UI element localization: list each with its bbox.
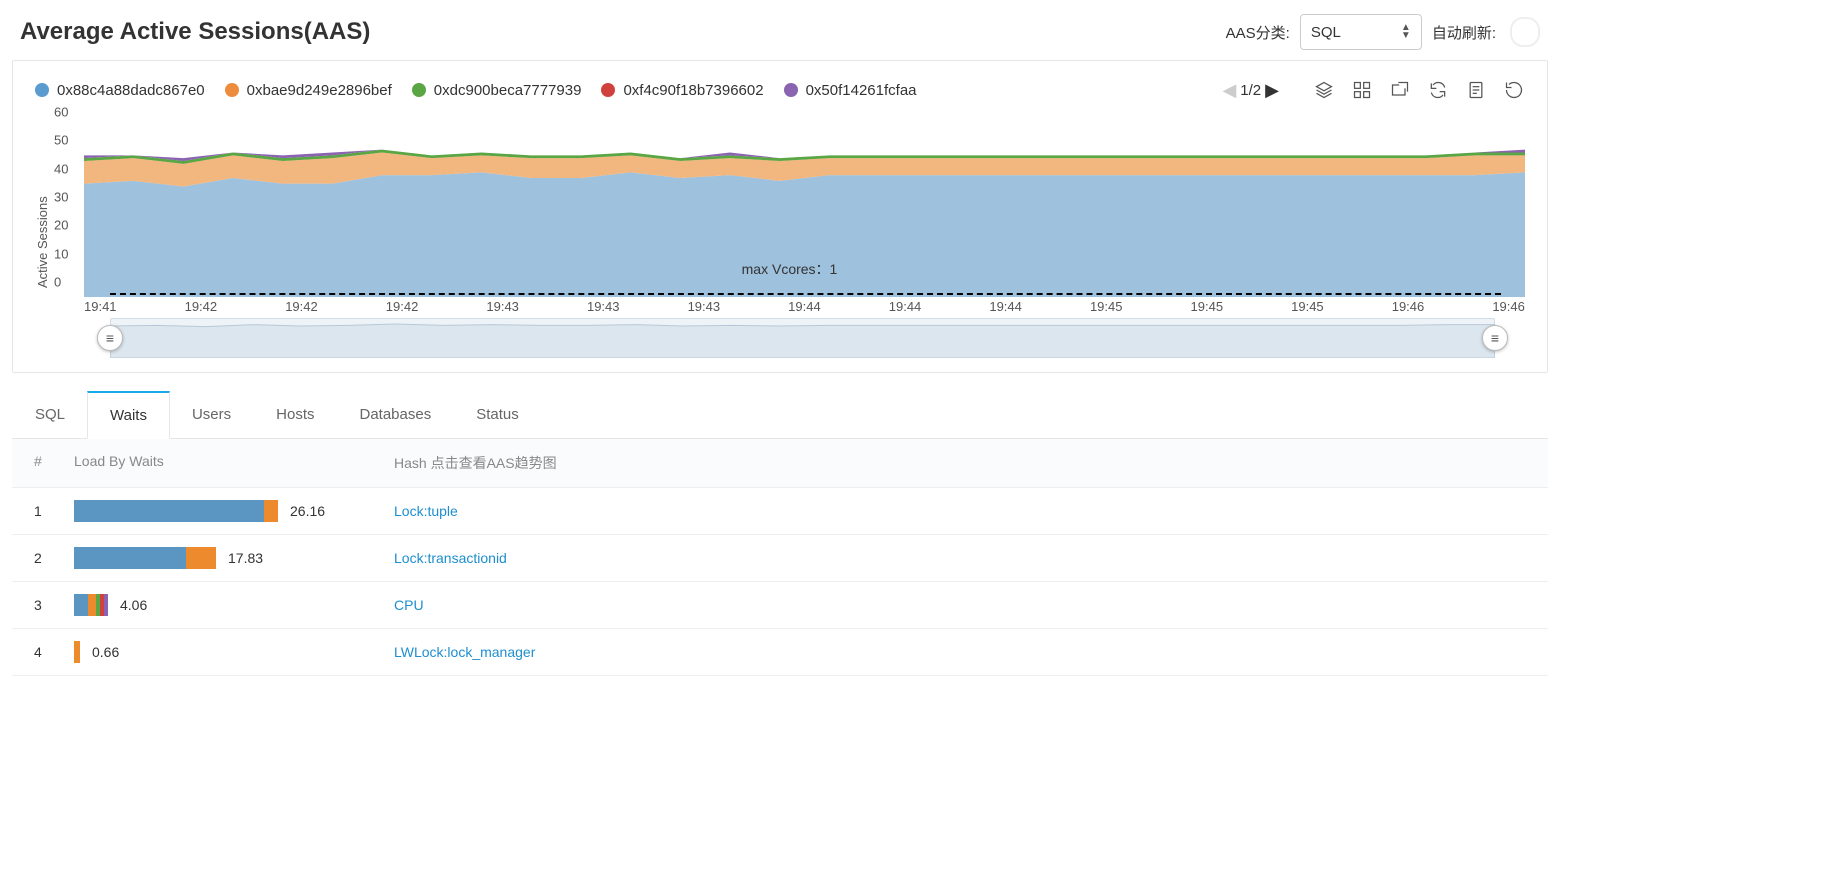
x-tick: 19:45 [1291,299,1324,314]
table-row: 1 26.16 Lock:tuple [12,488,1548,535]
chart-panel: 0x88c4a88dadc867e0 0xbae9d249e2896bef 0xdc… [12,60,1548,373]
x-tick: 19:41 [84,299,117,314]
x-tick: 19:42 [185,299,218,314]
x-tick: 19:44 [788,299,821,314]
grid-icon[interactable] [1351,79,1373,101]
legend-item[interactable]: 0x50f14261fcfaa [784,82,917,99]
tabs: SQLWaitsUsersHostsDatabasesStatus [12,391,1548,439]
page-title: Average Active Sessions(AAS) [20,18,370,46]
x-tick: 19:44 [889,299,922,314]
auto-refresh-toggle[interactable] [1510,17,1540,47]
load-value: 26.16 [290,503,325,519]
row-index: 3 [34,597,74,613]
hash-link[interactable]: Lock:transactionid [394,550,1526,566]
data-view-icon[interactable] [1465,79,1487,101]
legend-item[interactable]: 0xdc900beca7777939 [412,82,582,99]
header: Average Active Sessions(AAS) AAS分类: SQL ▲▼ 自… [0,0,1560,60]
table-row: 2 17.83 Lock:transactionid [12,535,1548,582]
legend-label: 0xdc900beca7777939 [434,82,582,99]
load-bar [74,547,216,569]
row-index: 1 [34,503,74,519]
chevron-updown-icon: ▲▼ [1401,24,1411,40]
col-hash: Hash 点击查看AAS趋势图 [394,453,1526,473]
category-label: AAS分类: [1226,22,1290,43]
x-tick: 19:43 [688,299,721,314]
legend-item[interactable]: 0xf4c90f18b7396602 [601,82,763,99]
x-tick: 19:43 [486,299,519,314]
reference-line [110,293,1501,295]
auto-refresh-label: 自动刷新: [1432,22,1496,43]
legend-item[interactable]: 0xbae9d249e2896bef [225,82,392,99]
y-tick: 50 [54,133,68,148]
y-axis-label: Active Sessions [35,127,50,358]
x-tick: 19:44 [989,299,1022,314]
category-select[interactable]: SQL ▲▼ [1300,14,1422,50]
tab-databases[interactable]: Databases [336,391,454,438]
zoom-sparkline [110,318,1495,358]
stack-icon[interactable] [1313,79,1335,101]
legend-item[interactable]: 0x88c4a88dadc867e0 [35,82,205,99]
load-value: 4.06 [120,597,147,613]
zoom-slider[interactable]: ≡≡ [110,318,1495,358]
zoom-handle-right[interactable]: ≡ [1482,325,1508,351]
col-load: Load By Waits [74,453,394,473]
legend-swatch [225,83,239,97]
legend-label: 0x88c4a88dadc867e0 [57,82,205,99]
legend-swatch [601,83,615,97]
y-tick: 0 [54,275,61,290]
tab-waits[interactable]: Waits [87,391,170,439]
col-index: # [34,453,74,473]
tab-users[interactable]: Users [169,391,254,438]
chart-annotation: max Vcores：1 [742,259,838,279]
load-value: 17.83 [228,550,263,566]
table-row: 4 0.66 LWLock:lock_manager [12,629,1548,676]
load-value: 0.66 [92,644,119,660]
row-index: 2 [34,550,74,566]
load-bar [74,500,278,522]
x-tick: 19:46 [1492,299,1525,314]
legend-pager: ◀1/2▶ [1222,81,1279,99]
y-tick: 60 [54,105,68,120]
load-bar [74,641,80,663]
tab-status[interactable]: Status [453,391,542,438]
row-index: 4 [34,644,74,660]
hash-link[interactable]: CPU [394,597,1526,613]
x-tick: 19:45 [1191,299,1224,314]
y-tick: 10 [54,246,68,261]
pager-prev-icon[interactable]: ◀ [1222,81,1236,99]
y-tick: 30 [54,190,68,205]
zoom-in-icon[interactable] [1389,79,1411,101]
pager-text: 1/2 [1240,82,1261,99]
x-axis-labels: 19:41 19:42 19:42 19:42 19:43 19:43 19:43 19:44… [84,299,1525,314]
legend-label: 0xf4c90f18b7396602 [623,82,763,99]
reset-zoom-icon[interactable] [1427,79,1449,101]
legend-label: 0xbae9d249e2896bef [247,82,392,99]
x-tick: 19:43 [587,299,620,314]
tab-hosts[interactable]: Hosts [253,391,337,438]
x-tick: 19:42 [285,299,318,314]
refresh-icon[interactable] [1503,79,1525,101]
load-bar [74,594,108,616]
pager-next-icon[interactable]: ▶ [1265,81,1279,99]
legend-swatch [784,83,798,97]
zoom-handle-left[interactable]: ≡ [97,325,123,351]
legend-label: 0x50f14261fcfaa [806,82,917,99]
y-tick: 40 [54,161,68,176]
hash-link[interactable]: Lock:tuple [394,503,1526,519]
x-tick: 19:46 [1392,299,1425,314]
legend: 0x88c4a88dadc867e0 0xbae9d249e2896bef 0xdc… [35,82,1200,99]
legend-swatch [412,83,426,97]
chart-plot[interactable]: 0102030405060max Vcores：1 [54,127,1525,297]
chart-toolbar [1313,79,1525,101]
select-value: SQL [1311,24,1341,41]
x-tick: 19:45 [1090,299,1123,314]
table-row: 3 4.06 CPU [12,582,1548,629]
legend-swatch [35,83,49,97]
hash-link[interactable]: LWLock:lock_manager [394,644,1526,660]
tab-sql[interactable]: SQL [12,391,88,438]
x-tick: 19:42 [386,299,419,314]
y-tick: 20 [54,218,68,233]
table-header: #Load By WaitsHash 点击查看AAS趋势图 [12,439,1548,488]
